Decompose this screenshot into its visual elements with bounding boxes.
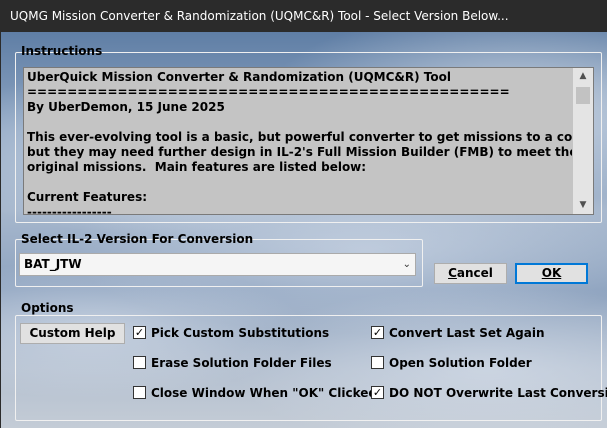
- chevron-down-icon[interactable]: ⌄: [403, 254, 411, 275]
- convert-last-checkbox[interactable]: ✓: [371, 326, 384, 339]
- instructions-group-label: Instructions: [21, 44, 103, 58]
- instructions-textbox[interactable]: UberQuick Mission Converter & Randomizat…: [23, 67, 594, 215]
- scroll-thumb[interactable]: [576, 87, 590, 104]
- custom-help-button[interactable]: Custom Help: [20, 323, 125, 344]
- window-client-area: Instructions UberQuick Mission Converter…: [1, 32, 607, 428]
- instruction-line: By UberDemon, 15 June 2025: [27, 100, 225, 114]
- cancel-label-mnemonic: C: [448, 266, 457, 280]
- scroll-down-icon[interactable]: ▼: [573, 197, 593, 214]
- instructions-scrollbar[interactable]: ▲ ▼: [573, 68, 593, 214]
- ok-label: OK: [541, 266, 562, 280]
- instructions-text: UberQuick Mission Converter & Randomizat…: [27, 70, 572, 215]
- instruction-line: -----------------: [27, 205, 112, 215]
- instruction-line: [27, 175, 572, 190]
- erase-solution-checkbox[interactable]: [133, 356, 146, 369]
- instruction-line: This ever-evolving tool is a basic, but …: [27, 130, 572, 144]
- scroll-up-icon[interactable]: ▲: [573, 68, 593, 85]
- do-not-overwrite-label: DO NOT Overwrite Last Conversions: [389, 386, 607, 400]
- erase-solution-label: Erase Solution Folder Files: [151, 356, 332, 370]
- open-solution-checkbox[interactable]: [371, 356, 384, 369]
- cancel-button[interactable]: Cancel: [434, 263, 507, 284]
- version-group-label: Select IL-2 Version For Conversion: [21, 232, 254, 246]
- instruction-line: original missions. Main features are lis…: [27, 160, 367, 174]
- instruction-line: [27, 115, 572, 130]
- pick-custom-label: Pick Custom Substitutions: [151, 326, 330, 340]
- convert-last-label: Convert Last Set Again: [389, 326, 545, 340]
- close-window-label: Close Window When "OK" Clicked: [151, 386, 377, 400]
- version-select-value: BAT_JTW: [24, 257, 82, 271]
- pick-custom-checkbox[interactable]: ✓: [133, 326, 146, 339]
- instruction-line: ========================================…: [27, 85, 510, 99]
- options-group-label: Options: [21, 301, 74, 315]
- open-solution-label: Open Solution Folder: [389, 356, 532, 370]
- close-window-checkbox[interactable]: [133, 386, 146, 399]
- instruction-line: Current Features:: [27, 190, 148, 204]
- window-title: UQMG Mission Converter & Randomization (…: [1, 1, 607, 32]
- main-window: UQMG Mission Converter & Randomization (…: [0, 0, 607, 428]
- instruction-line: UberQuick Mission Converter & Randomizat…: [27, 70, 451, 84]
- version-select[interactable]: BAT_JTW ⌄: [19, 253, 416, 276]
- cancel-label-post: ancel: [456, 266, 493, 280]
- do-not-overwrite-checkbox[interactable]: ✓: [371, 386, 384, 399]
- ok-button[interactable]: OK: [515, 263, 588, 284]
- instruction-line: but they may need further design in IL-2…: [27, 145, 572, 159]
